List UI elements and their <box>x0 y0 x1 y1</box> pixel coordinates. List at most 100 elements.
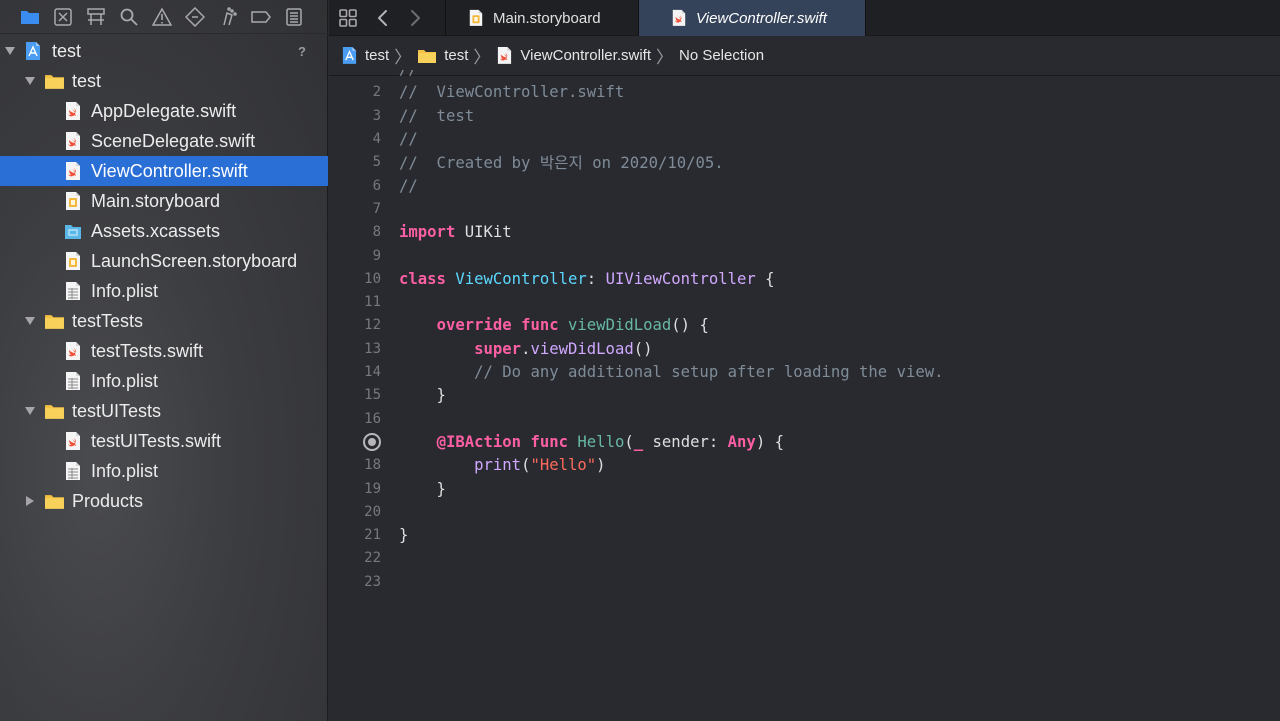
back-arrow-icon[interactable] <box>373 0 393 36</box>
tree-row[interactable]: Info.plist <box>0 456 328 486</box>
breadcrumb-separator: 〉 <box>394 48 412 67</box>
code-token: { <box>755 269 775 288</box>
code-token: // <box>399 130 418 149</box>
code-token: "Hello" <box>530 456 597 475</box>
code-line[interactable]: 3 // test <box>329 104 1280 127</box>
editor-grid-icon[interactable] <box>337 0 359 36</box>
code-line[interactable]: 10 class ViewController: UIViewController… <box>329 267 1280 290</box>
code-token: override <box>436 316 512 335</box>
editor-area: Main.storyboard ViewController.swift test… <box>329 0 1280 721</box>
code-line[interactable]: 15 } <box>329 384 1280 407</box>
tree-row[interactable]: Main.storyboard <box>0 186 328 216</box>
tree-row-label: ViewController.swift <box>91 160 248 181</box>
line-number: 20 <box>364 503 381 520</box>
code-line[interactable]: 13 super.viewDidLoad() <box>329 337 1280 360</box>
code-line[interactable]: // <box>329 70 1280 81</box>
disclosure-expanded-icon[interactable] <box>24 315 36 327</box>
code-line[interactable]: 14 // Do any additional setup after load… <box>329 360 1280 383</box>
tree-row[interactable]: Info.plist <box>0 366 328 396</box>
storyboard-file-icon <box>64 251 82 271</box>
code-line[interactable]: 12 override func viewDidLoad() { <box>329 314 1280 337</box>
swift-file-icon <box>671 9 687 27</box>
source-editor[interactable]: // 2 // ViewController.swift 3 // test 4 // 5 //… <box>329 70 1280 721</box>
tree-row[interactable]: test <box>0 66 328 96</box>
code-line[interactable]: 4 // <box>329 127 1280 150</box>
tree-row-label: Products <box>72 490 144 511</box>
code-token: // <box>399 70 418 78</box>
tab-separator <box>638 0 639 36</box>
line-number: 6 <box>372 177 381 194</box>
symbol-navigator-icon[interactable] <box>86 0 119 34</box>
code-line[interactable]: 20 <box>329 500 1280 523</box>
code-token: func <box>530 432 569 451</box>
code-token: // Do any additional setup after loading… <box>474 363 944 382</box>
tree-row[interactable]: Assets.xcassets <box>0 216 328 246</box>
code-token: Hello <box>577 432 625 451</box>
tree-row-project[interactable]: test? <box>0 36 328 66</box>
disclosure-expanded-icon[interactable] <box>24 405 36 417</box>
code-token: () <box>633 339 653 358</box>
test-icon[interactable] <box>185 0 218 34</box>
disclosure-expanded-icon[interactable] <box>24 75 36 87</box>
ibaction-connection-icon[interactable] <box>363 432 381 451</box>
tab-label: Main.storyboard <box>493 9 601 27</box>
breadcrumb-separator: 〉 <box>473 48 491 67</box>
breadcrumb-item[interactable]: test <box>341 46 389 65</box>
code-line[interactable]: 2 // ViewController.swift <box>329 81 1280 104</box>
tab-viewcontroller-swift[interactable]: ViewController.swift <box>639 0 865 36</box>
debug-icon[interactable] <box>218 0 251 34</box>
plist-file-icon <box>64 281 82 301</box>
breadcrumb-item[interactable]: ViewController.swift <box>496 46 651 65</box>
code-line[interactable]: 8 import UIKit <box>329 221 1280 244</box>
code-line[interactable]: 9 <box>329 244 1280 267</box>
breakpoint-icon[interactable] <box>251 0 284 34</box>
tree-row[interactable]: SceneDelegate.swift <box>0 126 328 156</box>
source-control-status-badge: ? <box>298 43 306 59</box>
tree-row[interactable]: AppDelegate.swift <box>0 96 328 126</box>
report-icon[interactable] <box>284 0 317 34</box>
code-line[interactable]: 6 // <box>329 174 1280 197</box>
search-icon[interactable] <box>119 0 152 34</box>
line-number: 12 <box>364 317 381 334</box>
code-line[interactable]: 23 <box>329 570 1280 593</box>
code-line[interactable]: 16 <box>329 407 1280 430</box>
code-line[interactable]: 22 <box>329 547 1280 570</box>
code-line[interactable]: 5 // Created by 박은지 on 2020/10/05. <box>329 151 1280 174</box>
forward-arrow-icon[interactable] <box>405 0 425 36</box>
code-token: : <box>586 269 606 288</box>
breadcrumb-separator: 〉 <box>655 48 673 67</box>
folder-file-icon <box>44 72 65 91</box>
breadcrumb-item[interactable]: test <box>417 47 468 65</box>
code-token: // <box>399 176 418 195</box>
tree-row[interactable]: testTests <box>0 306 328 336</box>
issue-icon[interactable] <box>152 0 185 34</box>
code-line[interactable]: 18 print("Hello") <box>329 454 1280 477</box>
code-line[interactable]: 19 } <box>329 477 1280 500</box>
breadcrumb-label: test <box>444 47 469 64</box>
folder-icon[interactable] <box>20 0 53 34</box>
line-number: 18 <box>364 457 381 474</box>
breadcrumb-item[interactable]: No Selection <box>679 47 764 64</box>
code-token: viewDidLoad <box>568 316 672 335</box>
tree-row[interactable]: testTests.swift <box>0 336 328 366</box>
code-line[interactable]: 21} <box>329 524 1280 547</box>
tree-row[interactable]: testUITests <box>0 396 328 426</box>
code-text: // Created by 박은지 on 2020/10/05. <box>399 151 724 173</box>
tree-row[interactable]: ViewController.swift <box>0 156 328 186</box>
tree-row-label: testUITests <box>72 400 162 421</box>
tree-row-label: AppDelegate.swift <box>91 100 237 121</box>
tree-row[interactable]: Info.plist <box>0 276 328 306</box>
code-line[interactable]: @IBAction func Hello(_ sender: Any) { <box>329 430 1280 453</box>
code-line[interactable]: 7 <box>329 197 1280 220</box>
tree-row[interactable]: LaunchScreen.storyboard <box>0 246 328 276</box>
code-line[interactable]: 11 <box>329 291 1280 314</box>
tab-main-storyboard[interactable]: Main.storyboard <box>446 0 638 36</box>
code-token: () { <box>671 316 709 335</box>
disclosure-collapsed-icon[interactable] <box>24 495 36 507</box>
source-control-icon[interactable] <box>53 0 86 34</box>
tree-row[interactable]: testUITests.swift <box>0 426 328 456</box>
disclosure-expanded-icon[interactable] <box>4 45 16 57</box>
tree-row[interactable]: Products <box>0 486 328 516</box>
